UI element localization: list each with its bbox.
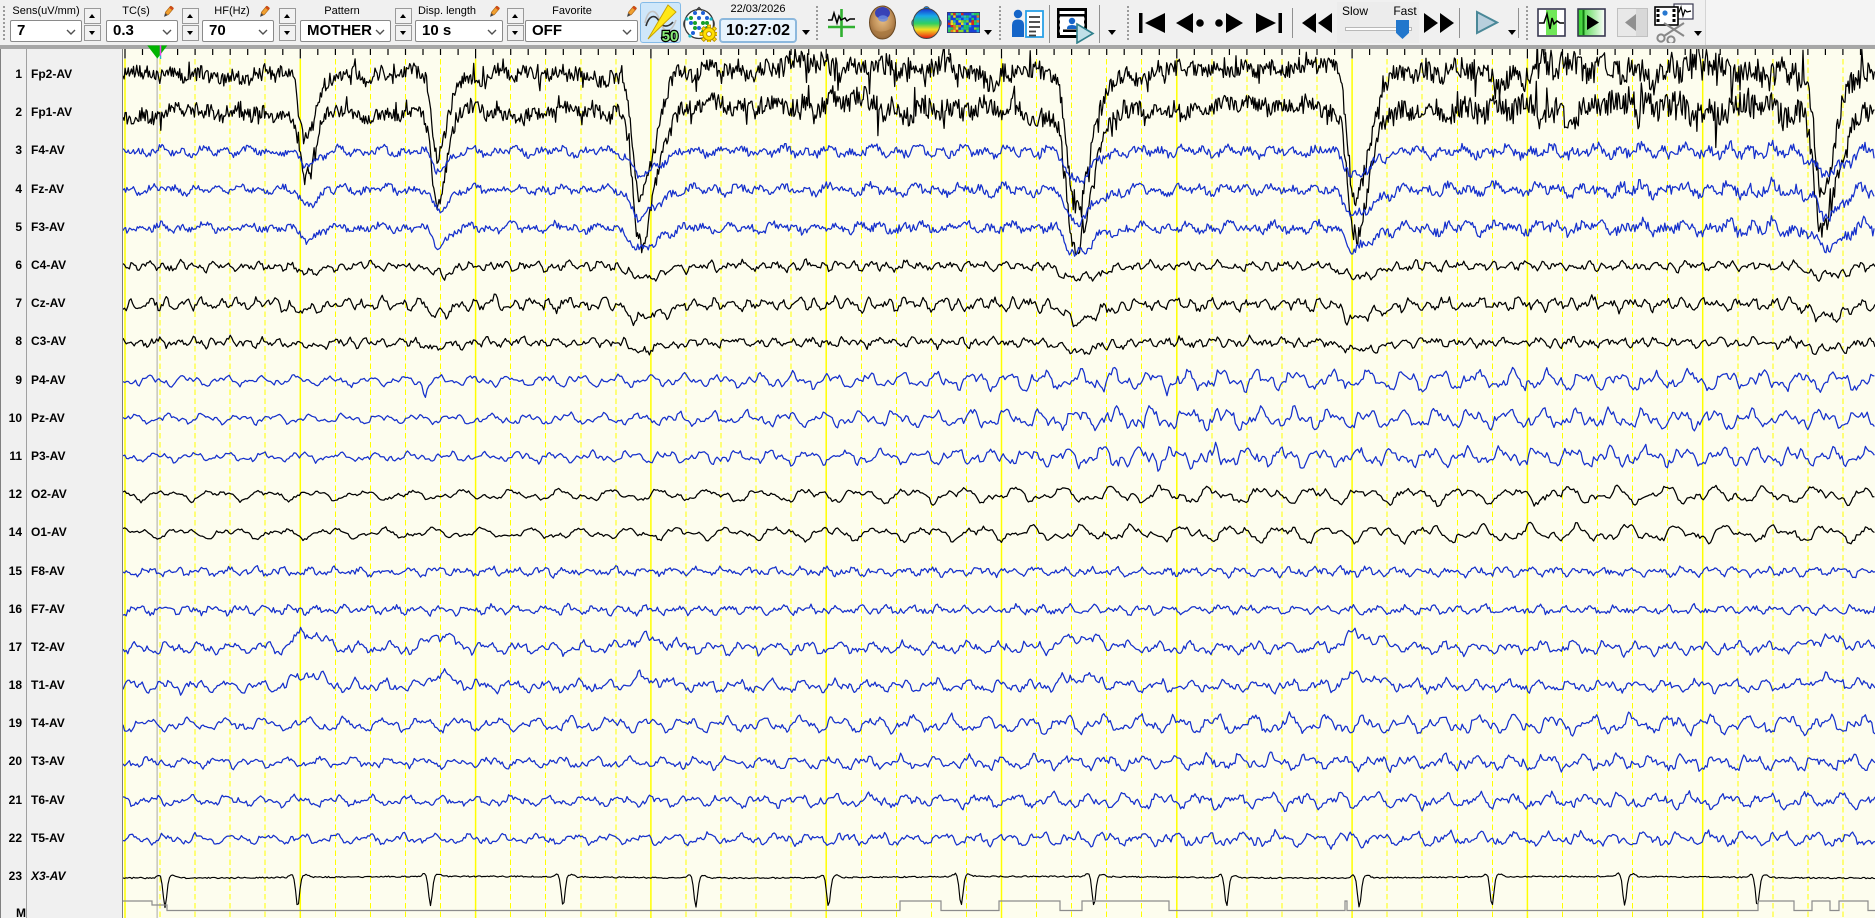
svg-text:50: 50: [662, 28, 679, 43]
